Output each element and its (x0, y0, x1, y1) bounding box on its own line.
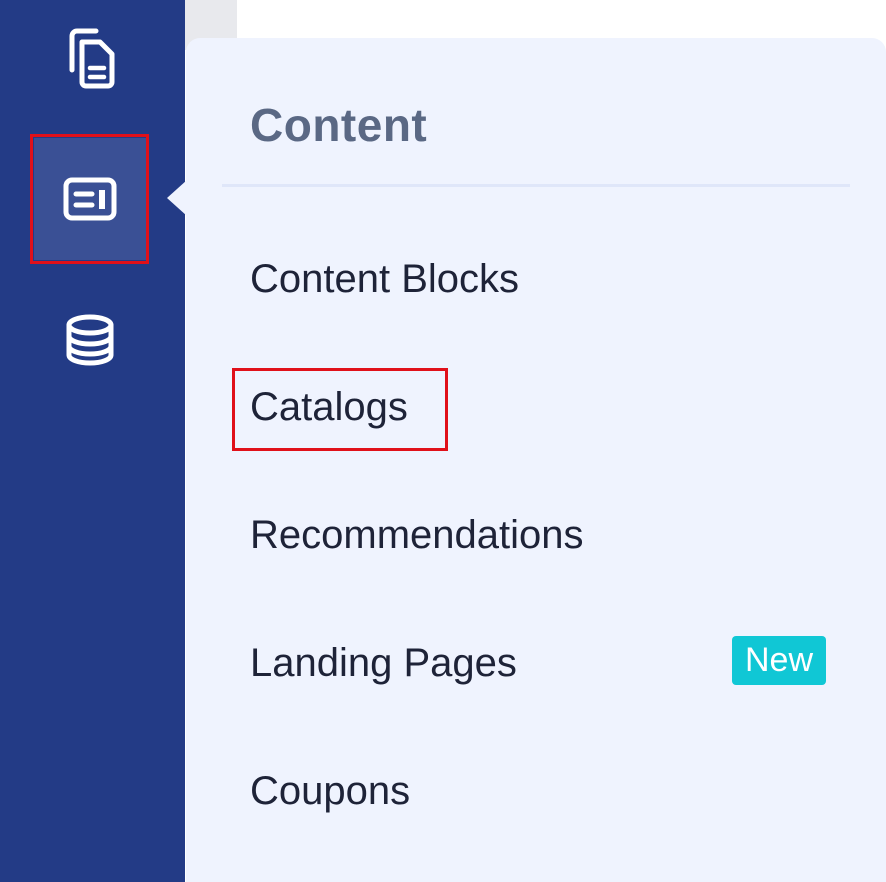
new-badge: New (732, 636, 826, 685)
database-icon (64, 314, 116, 366)
flyout-pointer (167, 180, 187, 216)
documents-icon (62, 26, 118, 90)
menu-item-catalogs[interactable]: Catalogs (250, 383, 408, 431)
menu-item-coupons[interactable]: Coupons (250, 767, 410, 815)
menu-item-landing-pages[interactable]: Landing Pages (250, 639, 517, 687)
sidebar-item-content[interactable] (34, 138, 146, 260)
flyout-title: Content (250, 99, 428, 151)
sidebar-item-database[interactable] (34, 284, 146, 396)
divider (222, 184, 850, 187)
content-flyout-menu: Content Content Blocks Catalogs Recommen… (186, 38, 886, 882)
menu-item-recommendations[interactable]: Recommendations (250, 511, 584, 559)
sidebar-nav (0, 0, 185, 882)
app-screen: Content Content Blocks Catalogs Recommen… (0, 0, 886, 882)
content-block-icon (62, 176, 118, 222)
menu-item-content-blocks[interactable]: Content Blocks (250, 255, 519, 303)
sidebar-item-pages[interactable] (34, 2, 146, 114)
